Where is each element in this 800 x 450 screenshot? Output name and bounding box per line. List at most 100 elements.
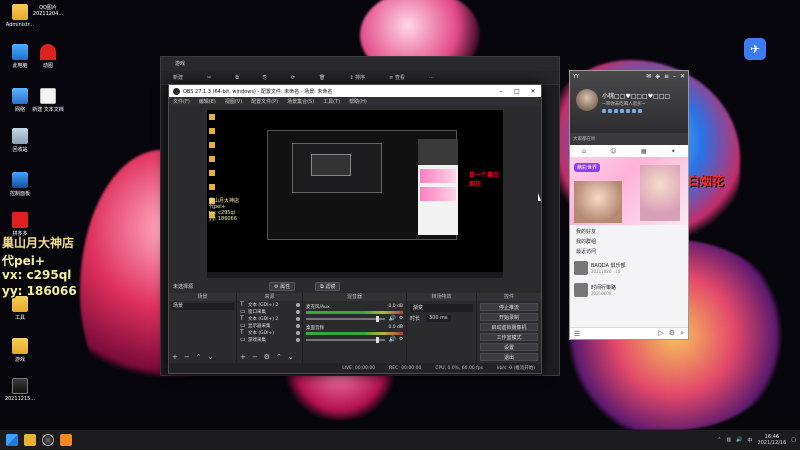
start-recording-button[interactable]: 开始录制 [480,313,538,321]
transition-select[interactable]: 渐变 [410,304,473,312]
rename-icon[interactable]: ⟳ [291,75,295,81]
floating-app-logo[interactable]: ✈ [744,38,766,60]
desktop-icon-gif[interactable]: 动图 [28,44,68,69]
down-icon[interactable]: ⌄ [208,353,214,361]
minimize-icon[interactable]: – [673,73,676,80]
speaker-icon[interactable]: 🔊 [388,315,395,322]
search-hint[interactable]: 大家都在听 [570,133,688,145]
source-item[interactable]: T 文本 (GDI+) 2 [237,315,302,322]
source-item[interactable]: ▭ 窗口采集 [237,308,302,315]
sort-button[interactable]: ↕ 排序 [349,74,365,81]
message-icon[interactable]: ✉ [646,73,651,80]
eye-icon[interactable] [296,309,300,314]
speaker-icon[interactable]: 🔊 [388,336,395,343]
group-friends[interactable]: 我的好友 [570,227,688,237]
delete-icon[interactable]: 🗑 [319,75,325,81]
source-item[interactable]: ▭ 显示器采集 [237,322,302,329]
group-groups[interactable]: 我的群组 [570,237,688,247]
eye-icon[interactable] [296,337,300,342]
desktop-icon-new-text[interactable]: 新建 文本文档 [28,88,68,113]
menu-tools[interactable]: 工具(T) [323,98,340,105]
close-icon[interactable]: ✕ [525,88,541,95]
tab-home-icon[interactable]: ⌂ [582,148,586,155]
desktop-icon-qq-image[interactable]: QQ图片 20211204... [28,4,613,90]
source-item[interactable]: T 文本 (GDI+) [237,329,302,336]
settings-icon[interactable]: ⚙ [669,329,675,338]
exit-button[interactable]: 退出 [480,353,538,361]
virtual-camera-button[interactable]: 启动虚拟摄像机 [480,323,538,331]
tab-grid-icon[interactable]: ▦ [641,148,647,155]
obs-window[interactable]: OBS 27.1.3 (64-bit, windows) - 配置文件: 未命名… [168,84,542,374]
view-button[interactable]: ≡ 查看 [389,74,405,81]
up-icon[interactable]: ⌃ [276,353,282,361]
badge-icon[interactable] [638,109,642,113]
volume-slider[interactable] [306,336,386,343]
gear-icon[interactable]: ⚙ [399,316,403,321]
cut-icon[interactable]: ✂ [207,75,211,81]
chevron-up-icon[interactable]: ⌃ [717,437,721,443]
gear-icon[interactable]: ⚙ [264,353,270,361]
badge-icon[interactable] [602,109,606,113]
desktop-icon-screenshot[interactable]: 20211215... [0,378,40,402]
ime-icon[interactable]: 中 [747,437,752,444]
app-icon[interactable] [60,434,72,446]
search-icon[interactable]: ⌕ [680,329,684,338]
list-item[interactable]: BAODA 俱乐部 20211026 · 10 [570,257,688,279]
tab-contacts-icon[interactable]: ☺ [610,148,616,155]
user-signature[interactable]: ~带你去吃喝人逛买~ [602,101,646,107]
gear-icon[interactable]: ⚙ [399,337,403,342]
clock[interactable]: 16:46 2021/12/16 [757,434,786,446]
badge-icon[interactable] [626,109,630,113]
promo-banner[interactable]: 精彩世界 [570,157,688,225]
copy-icon[interactable]: ⧉ [235,75,239,81]
badge-icon[interactable] [620,109,624,113]
new-button[interactable]: 新建 [173,74,183,81]
eye-icon[interactable] [296,316,300,321]
tab-apps-icon[interactable]: ✦ [671,148,676,155]
desktop-icon-tools[interactable]: 工具 [0,296,40,321]
add-icon[interactable]: + [240,353,246,361]
settings-button[interactable]: 设置 [480,343,538,351]
menu-profile[interactable]: 配置文件(P) [251,98,278,105]
add-icon[interactable]: + [172,353,178,361]
volume-slider[interactable] [306,315,386,322]
avatar[interactable] [576,89,598,111]
file-explorer-icon[interactable] [24,434,36,446]
obs-icon[interactable] [42,434,54,446]
eye-icon[interactable] [296,323,300,328]
menu-file[interactable]: 文件(F) [173,98,190,105]
menu-help[interactable]: 帮助(H) [349,98,367,105]
yy-panel-window[interactable]: YY ✉ ◈ ≡ – ✕ 小桃□□♥□□□♥□□□ ~带你去吃喝人逛买~ 大家都… [569,70,689,340]
badge-icon[interactable] [608,109,612,113]
obs-preview[interactable]: 巢山月大神店 代pei+ vx: c295ql yy: 186066 首一个暮白… [207,110,503,278]
scene-item[interactable]: 场景 [171,303,234,310]
volume-icon[interactable]: 🔊 [736,437,742,443]
eye-icon[interactable] [296,302,300,307]
desktop-icon-control-panel[interactable]: 控制面板 [0,172,40,197]
desktop-icon-games[interactable]: 游戏 [0,338,40,363]
menu-edit[interactable]: 编辑(E) [199,98,216,105]
maximize-icon[interactable]: □ [509,88,525,95]
duration-input[interactable]: 300 ms [426,315,451,322]
network-icon[interactable]: ▥ [726,437,731,443]
down-icon[interactable]: ⌄ [288,353,294,361]
badge-icon[interactable] [614,109,618,113]
stop-streaming-button[interactable]: 停止推流 [480,303,538,311]
studio-mode-button[interactable]: 工作室模式 [480,333,538,341]
desktop-icon-recycle-bin[interactable]: 回收站 [0,128,40,153]
start-icon[interactable] [6,434,18,446]
more-button[interactable]: ··· [429,75,434,81]
minimize-icon[interactable]: – [493,88,509,95]
remove-icon[interactable]: − [252,353,258,361]
menu-icon[interactable]: ☰ [574,330,580,338]
menu-scene-collection[interactable]: 场景集合(S) [287,98,314,105]
filters-button[interactable]: ⧉ 滤镜 [315,281,341,291]
remove-icon[interactable]: − [184,353,190,361]
skin-icon[interactable]: ◈ [655,73,660,80]
notification-icon[interactable]: ▢ [791,437,796,443]
paste-icon[interactable]: ⎘ [263,75,267,81]
list-item[interactable]: 时间行策路 20210609 [570,279,688,301]
video-icon[interactable]: ▷ [658,329,663,338]
group-recent[interactable]: 最近访问 [570,247,688,257]
menu-icon[interactable]: ≡ [664,73,669,80]
